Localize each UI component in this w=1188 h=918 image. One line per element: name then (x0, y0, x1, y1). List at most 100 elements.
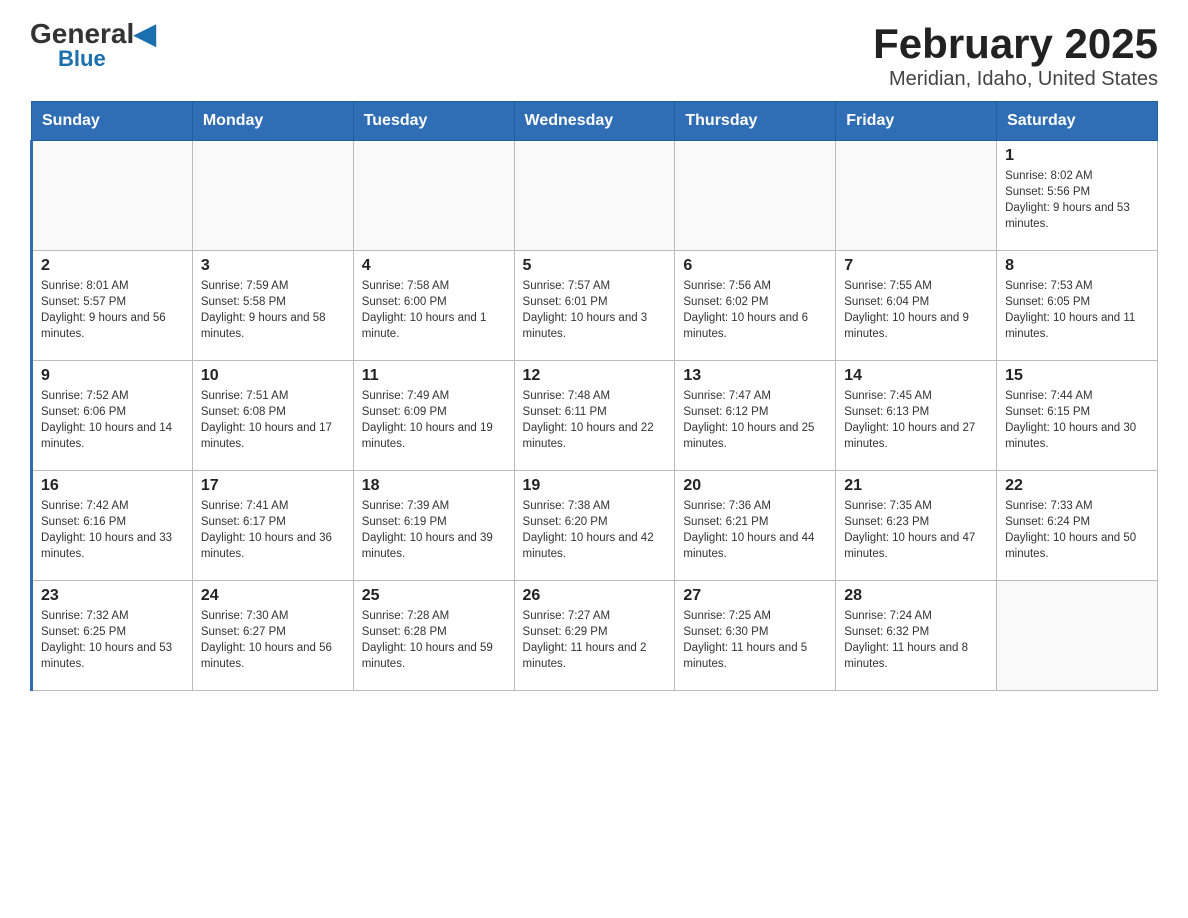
calendar-cell (192, 141, 353, 251)
cell-day-number: 15 (1005, 367, 1149, 385)
cell-day-number: 13 (683, 367, 827, 385)
calendar-cell: 5 Sunrise: 7:57 AMSunset: 6:01 PMDaylight… (514, 251, 675, 361)
cell-day-number: 4 (362, 257, 506, 275)
cell-day-number: 14 (844, 367, 988, 385)
cell-info: Sunrise: 7:52 AMSunset: 6:06 PMDaylight:… (41, 388, 184, 452)
calendar-cell: 11Sunrise: 7:49 AMSunset: 6:09 PMDayligh… (353, 361, 514, 471)
calendar-cell: 17 Sunrise: 7:41 AMSunset: 6:17 PMDayligh… (192, 471, 353, 581)
cell-day-number: 3 (201, 257, 345, 275)
calendar-cell: 3 Sunrise: 7:59 AMSunset: 5:58 PMDaylight… (192, 251, 353, 361)
calendar-weekday-thursday: Thursday (675, 102, 836, 141)
calendar-cell (514, 141, 675, 251)
cell-day-number: 20 (683, 477, 827, 495)
calendar-cell: 26 Sunrise: 7:27 AMSunset: 6:29 PMDayligh… (514, 581, 675, 691)
logo: General◀ Blue (30, 20, 156, 70)
cell-info: Sunrise: 7:48 AMSunset: 6:11 PMDaylight:… (523, 388, 667, 452)
cell-info: Sunrise: 7:28 AMSunset: 6:28 PMDaylight:… (362, 608, 506, 672)
cell-info: Sunrise: 7:25 AMSunset: 6:30 PMDaylight:… (683, 608, 827, 672)
calendar-week-row: 16 Sunrise: 7:42 AMSunset: 6:16 PMDayligh… (32, 471, 1158, 581)
cell-info: Sunrise: 7:47 AMSunset: 6:12 PMDaylight:… (683, 388, 827, 452)
calendar-cell: 14Sunrise: 7:45 AMSunset: 6:13 PMDayligh… (836, 361, 997, 471)
cell-day-number: 21 (844, 477, 988, 495)
cell-day-number: 8 (1005, 257, 1149, 275)
calendar-cell: 21 Sunrise: 7:35 AMSunset: 6:23 PMDayligh… (836, 471, 997, 581)
calendar-week-row: 23Sunrise: 7:32 AMSunset: 6:25 PMDayligh… (32, 581, 1158, 691)
cell-info: Sunrise: 7:57 AMSunset: 6:01 PMDaylight:… (523, 278, 667, 342)
calendar-weekday-tuesday: Tuesday (353, 102, 514, 141)
calendar-cell: 19 Sunrise: 7:38 AMSunset: 6:20 PMDayligh… (514, 471, 675, 581)
cell-info: Sunrise: 7:59 AMSunset: 5:58 PMDaylight:… (201, 278, 345, 342)
calendar-week-row: 9 Sunrise: 7:52 AMSunset: 6:06 PMDaylight… (32, 361, 1158, 471)
cell-info: Sunrise: 7:38 AMSunset: 6:20 PMDaylight:… (523, 498, 667, 562)
calendar-cell (32, 141, 193, 251)
cell-day-number: 25 (362, 587, 506, 605)
calendar-cell: 15 Sunrise: 7:44 AMSunset: 6:15 PMDayligh… (997, 361, 1158, 471)
logo-blue: Blue (58, 48, 106, 70)
cell-day-number: 1 (1005, 147, 1149, 165)
page-subtitle: Meridian, Idaho, United States (873, 68, 1158, 91)
logo-triangle-icon: ◀ (134, 18, 156, 49)
calendar-table: SundayMondayTuesdayWednesdayThursdayFrid… (30, 101, 1158, 691)
cell-info: Sunrise: 7:27 AMSunset: 6:29 PMDaylight:… (523, 608, 667, 672)
calendar-cell: 18 Sunrise: 7:39 AMSunset: 6:19 PMDayligh… (353, 471, 514, 581)
cell-info: Sunrise: 7:41 AMSunset: 6:17 PMDaylight:… (201, 498, 345, 562)
cell-day-number: 17 (201, 477, 345, 495)
cell-info: Sunrise: 7:35 AMSunset: 6:23 PMDaylight:… (844, 498, 988, 562)
calendar-cell: 4 Sunrise: 7:58 AMSunset: 6:00 PMDaylight… (353, 251, 514, 361)
cell-info: Sunrise: 7:42 AMSunset: 6:16 PMDaylight:… (41, 498, 184, 562)
cell-info: Sunrise: 7:39 AMSunset: 6:19 PMDaylight:… (362, 498, 506, 562)
cell-day-number: 28 (844, 587, 988, 605)
page-header: General◀ Blue February 2025 Meridian, Id… (30, 20, 1158, 91)
cell-day-number: 22 (1005, 477, 1149, 495)
calendar-cell: 28 Sunrise: 7:24 AMSunset: 6:32 PMDayligh… (836, 581, 997, 691)
calendar-week-row: 1 Sunrise: 8:02 AMSunset: 5:56 PMDaylight… (32, 141, 1158, 251)
cell-day-number: 26 (523, 587, 667, 605)
cell-info: Sunrise: 7:53 AMSunset: 6:05 PMDaylight:… (1005, 278, 1149, 342)
cell-day-number: 18 (362, 477, 506, 495)
cell-info: Sunrise: 8:02 AMSunset: 5:56 PMDaylight:… (1005, 168, 1149, 232)
cell-day-number: 5 (523, 257, 667, 275)
calendar-cell: 20 Sunrise: 7:36 AMSunset: 6:21 PMDayligh… (675, 471, 836, 581)
cell-info: Sunrise: 7:51 AMSunset: 6:08 PMDaylight:… (201, 388, 345, 452)
cell-day-number: 2 (41, 257, 184, 275)
calendar-cell (675, 141, 836, 251)
title-section: February 2025 Meridian, Idaho, United St… (873, 20, 1158, 91)
calendar-cell: 25 Sunrise: 7:28 AMSunset: 6:28 PMDayligh… (353, 581, 514, 691)
cell-info: Sunrise: 7:30 AMSunset: 6:27 PMDaylight:… (201, 608, 345, 672)
calendar-cell: 16 Sunrise: 7:42 AMSunset: 6:16 PMDayligh… (32, 471, 193, 581)
calendar-cell: 22 Sunrise: 7:33 AMSunset: 6:24 PMDayligh… (997, 471, 1158, 581)
calendar-cell: 8 Sunrise: 7:53 AMSunset: 6:05 PMDaylight… (997, 251, 1158, 361)
cell-day-number: 9 (41, 367, 184, 385)
calendar-week-row: 2Sunrise: 8:01 AMSunset: 5:57 PMDaylight… (32, 251, 1158, 361)
calendar-cell: 6Sunrise: 7:56 AMSunset: 6:02 PMDaylight… (675, 251, 836, 361)
calendar-cell: 27Sunrise: 7:25 AMSunset: 6:30 PMDayligh… (675, 581, 836, 691)
cell-info: Sunrise: 7:32 AMSunset: 6:25 PMDaylight:… (41, 608, 184, 672)
calendar-cell: 24 Sunrise: 7:30 AMSunset: 6:27 PMDayligh… (192, 581, 353, 691)
calendar-cell: 7 Sunrise: 7:55 AMSunset: 6:04 PMDaylight… (836, 251, 997, 361)
cell-info: Sunrise: 7:33 AMSunset: 6:24 PMDaylight:… (1005, 498, 1149, 562)
calendar-cell: 1 Sunrise: 8:02 AMSunset: 5:56 PMDaylight… (997, 141, 1158, 251)
cell-info: Sunrise: 7:55 AMSunset: 6:04 PMDaylight:… (844, 278, 988, 342)
cell-info: Sunrise: 7:36 AMSunset: 6:21 PMDaylight:… (683, 498, 827, 562)
calendar-header-row: SundayMondayTuesdayWednesdayThursdayFrid… (32, 102, 1158, 141)
cell-day-number: 24 (201, 587, 345, 605)
calendar-cell: 13 Sunrise: 7:47 AMSunset: 6:12 PMDayligh… (675, 361, 836, 471)
cell-info: Sunrise: 7:56 AMSunset: 6:02 PMDaylight:… (683, 278, 827, 342)
calendar-cell (353, 141, 514, 251)
calendar-weekday-sunday: Sunday (32, 102, 193, 141)
cell-day-number: 16 (41, 477, 184, 495)
cell-day-number: 12 (523, 367, 667, 385)
calendar-weekday-saturday: Saturday (997, 102, 1158, 141)
cell-info: Sunrise: 7:24 AMSunset: 6:32 PMDaylight:… (844, 608, 988, 672)
cell-day-number: 7 (844, 257, 988, 275)
cell-day-number: 19 (523, 477, 667, 495)
calendar-cell: 12 Sunrise: 7:48 AMSunset: 6:11 PMDayligh… (514, 361, 675, 471)
logo-general: General◀ (30, 20, 156, 48)
calendar-weekday-friday: Friday (836, 102, 997, 141)
cell-info: Sunrise: 7:44 AMSunset: 6:15 PMDaylight:… (1005, 388, 1149, 452)
cell-info: Sunrise: 7:58 AMSunset: 6:00 PMDaylight:… (362, 278, 506, 342)
cell-info: Sunrise: 7:49 AMSunset: 6:09 PMDaylight:… (362, 388, 506, 452)
cell-day-number: 10 (201, 367, 345, 385)
calendar-cell: 10 Sunrise: 7:51 AMSunset: 6:08 PMDayligh… (192, 361, 353, 471)
calendar-weekday-wednesday: Wednesday (514, 102, 675, 141)
